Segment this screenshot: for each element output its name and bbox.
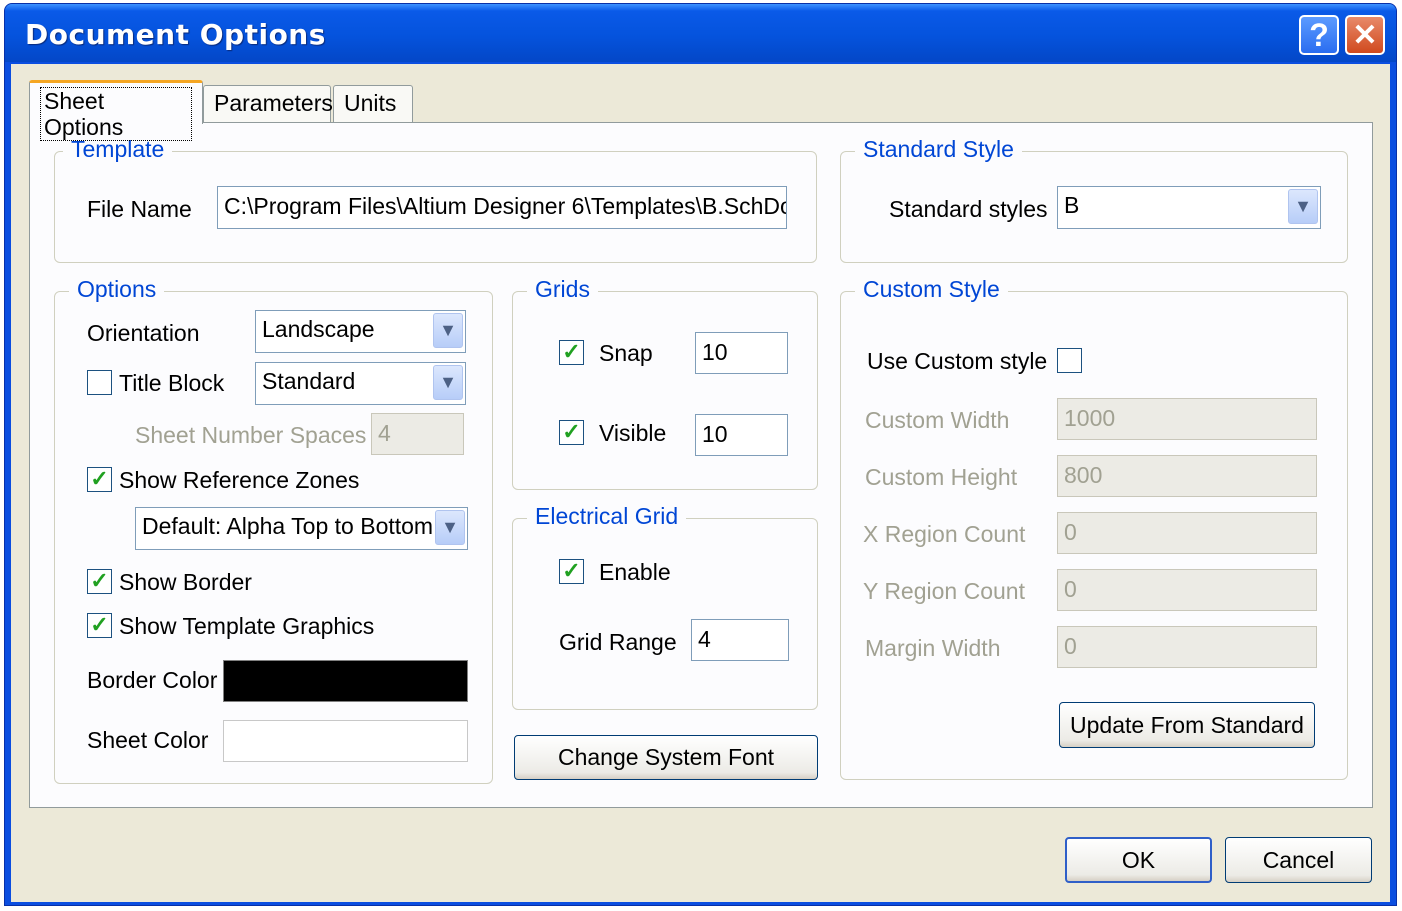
snap-label: Snap	[599, 340, 653, 366]
check-icon: ✓	[562, 558, 581, 583]
tab-label: Sheet Options	[40, 87, 192, 141]
orientation-dropdown[interactable]: Landscape ▼	[255, 310, 466, 353]
sheet-options-panel: Template File Name C:\Program Files\Alti…	[29, 122, 1373, 808]
check-icon: ✓	[90, 568, 109, 593]
use-custom-style-checkbox[interactable]	[1057, 348, 1082, 373]
tab-parameters[interactable]: Parameters	[203, 85, 333, 122]
show-reference-zones-checkbox[interactable]: ✓	[87, 467, 112, 492]
title-block-checkbox[interactable]	[87, 370, 112, 395]
standard-styles-label: Standard styles	[889, 196, 1048, 222]
standard-styles-dropdown[interactable]: B ▼	[1057, 186, 1321, 229]
orientation-value: Landscape	[262, 316, 375, 342]
title-block-dropdown[interactable]: Standard ▼	[255, 362, 466, 405]
sheet-number-spaces-label: Sheet Number Spaces	[135, 422, 367, 448]
show-border-label: Show Border	[119, 569, 252, 595]
sheet-number-spaces-field: 4	[371, 413, 464, 455]
custom-style-group-title: Custom Style	[855, 276, 1008, 303]
file-name-field[interactable]: C:\Program Files\Altium Designer 6\Templ…	[217, 186, 787, 229]
x-region-count-label: X Region Count	[863, 521, 1026, 547]
electrical-grid-group-title: Electrical Grid	[527, 503, 687, 530]
template-group: Template File Name C:\Program Files\Alti…	[54, 136, 817, 263]
cancel-button[interactable]: Cancel	[1225, 837, 1372, 883]
y-region-count-field: 0	[1057, 569, 1317, 611]
electrical-grid-group: Electrical Grid ✓ Enable Grid Range 4	[512, 503, 818, 710]
show-template-graphics-label: Show Template Graphics	[119, 613, 375, 639]
custom-width-label: Custom Width	[865, 407, 1010, 433]
standard-style-group-title: Standard Style	[855, 136, 1022, 163]
reference-zones-value: Default: Alpha Top to Bottom,	[142, 513, 440, 539]
title-bar: Document Options ? ✕	[5, 4, 1396, 62]
close-icon: ✕	[1352, 18, 1378, 52]
border-color-swatch[interactable]	[223, 660, 468, 702]
standard-styles-value: B	[1064, 192, 1080, 218]
reference-zones-dropdown[interactable]: Default: Alpha Top to Bottom, ▼	[135, 507, 468, 550]
sheet-color-swatch[interactable]	[223, 720, 468, 762]
grids-group-title: Grids	[527, 276, 598, 303]
visible-label: Visible	[599, 420, 667, 446]
margin-width-field: 0	[1057, 626, 1317, 668]
orientation-label: Orientation	[87, 320, 200, 346]
chevron-down-icon[interactable]: ▼	[433, 313, 463, 348]
custom-style-group: Custom Style Use Custom style Custom Wid…	[840, 276, 1348, 780]
custom-height-label: Custom Height	[865, 464, 1018, 490]
file-name-label: File Name	[87, 196, 192, 222]
check-icon: ✓	[562, 339, 581, 364]
change-system-font-button[interactable]: Change System Font	[514, 735, 818, 780]
grid-range-label: Grid Range	[559, 629, 677, 655]
show-template-graphics-checkbox[interactable]: ✓	[87, 613, 112, 638]
options-group: Options Orientation Landscape ▼ Title Bl…	[54, 276, 493, 784]
dialog-client-area: Sheet Options Parameters Units Template …	[11, 64, 1390, 902]
options-group-title: Options	[69, 276, 165, 303]
snap-checkbox[interactable]: ✓	[559, 340, 584, 365]
enable-checkbox[interactable]: ✓	[559, 559, 584, 584]
custom-width-field: 1000	[1057, 398, 1317, 440]
help-icon: ?	[1309, 16, 1329, 53]
custom-height-field: 800	[1057, 455, 1317, 497]
ok-button[interactable]: OK	[1065, 837, 1212, 883]
tab-sheet-options[interactable]: Sheet Options	[29, 80, 203, 141]
standard-style-group: Standard Style Standard styles B ▼	[840, 136, 1348, 263]
chevron-down-icon[interactable]: ▼	[1288, 189, 1318, 224]
grid-range-field[interactable]: 4	[691, 619, 789, 661]
show-reference-zones-label: Show Reference Zones	[119, 467, 360, 493]
tab-units[interactable]: Units	[333, 85, 413, 122]
show-border-checkbox[interactable]: ✓	[87, 569, 112, 594]
window-title: Document Options	[25, 18, 326, 51]
use-custom-style-label: Use Custom style	[867, 348, 1048, 374]
snap-field[interactable]: 10	[695, 332, 788, 374]
title-block-label: Title Block	[119, 370, 225, 396]
update-from-standard-button[interactable]: Update From Standard	[1059, 702, 1315, 748]
sheet-color-label: Sheet Color	[87, 727, 209, 753]
visible-field[interactable]: 10	[695, 414, 788, 456]
help-button[interactable]: ?	[1299, 15, 1339, 55]
margin-width-label: Margin Width	[865, 635, 1001, 661]
check-icon: ✓	[562, 419, 581, 444]
y-region-count-label: Y Region Count	[863, 578, 1025, 604]
grids-group: Grids ✓ Snap 10 ✓ Visible 10	[512, 276, 818, 490]
check-icon: ✓	[90, 612, 109, 637]
title-block-value: Standard	[262, 368, 356, 394]
check-icon: ✓	[90, 466, 109, 491]
close-button[interactable]: ✕	[1345, 15, 1385, 55]
x-region-count-field: 0	[1057, 512, 1317, 554]
enable-label: Enable	[599, 559, 671, 585]
chevron-down-icon[interactable]: ▼	[435, 510, 465, 545]
chevron-down-icon[interactable]: ▼	[433, 365, 463, 400]
border-color-label: Border Color	[87, 667, 218, 693]
visible-checkbox[interactable]: ✓	[559, 420, 584, 445]
document-options-window: Document Options ? ✕ Sheet Options Param…	[4, 3, 1397, 906]
